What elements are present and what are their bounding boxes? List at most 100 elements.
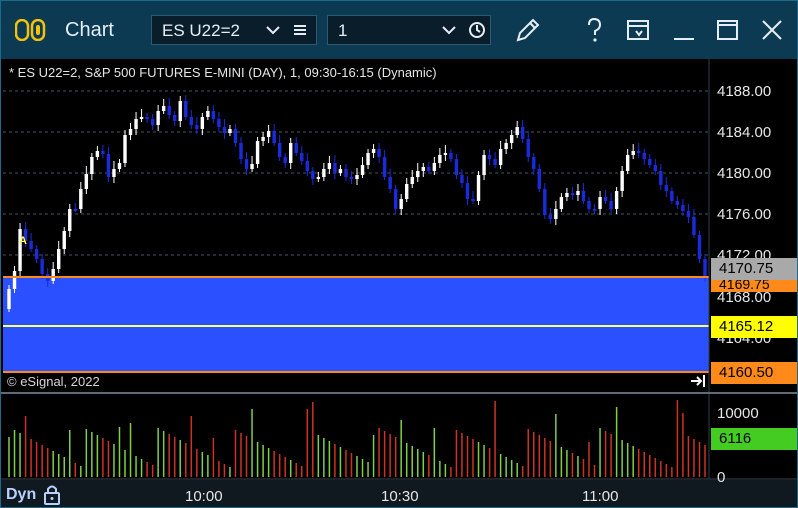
candle-body [344, 169, 348, 177]
candle-body [432, 163, 437, 171]
candle-body [211, 111, 216, 119]
candle-body [322, 169, 326, 177]
candle-body [515, 127, 519, 135]
candle-body [382, 157, 387, 177]
candle-body [167, 106, 171, 115]
candle-body [244, 159, 249, 169]
candle-body [195, 125, 199, 129]
chart-area[interactable]: * ES U22=2, S&P 500 FUTURES E-MINI (DAY)… [1, 59, 798, 508]
symbol-value: ES U22=2 [162, 21, 240, 40]
candle-body [161, 106, 166, 111]
candle-body [189, 117, 193, 125]
symbol-description: * ES U22=2, S&P 500 FUTURES E-MINI (DAY)… [9, 65, 437, 80]
candle-body [12, 271, 17, 289]
candle-body [377, 149, 381, 157]
candle-body [112, 169, 116, 177]
candle-body [294, 143, 298, 153]
print-icon[interactable] [623, 15, 653, 45]
interval-selector[interactable]: 1 [327, 15, 491, 45]
candle-body [449, 153, 453, 159]
candle-body [587, 201, 591, 209]
candle-body [200, 117, 205, 129]
candle-body [79, 189, 83, 209]
menu-icon[interactable] [292, 22, 308, 38]
candle-body [233, 129, 238, 143]
candle-body [128, 129, 133, 135]
volume-tick: 10000 [717, 405, 759, 422]
close-icon[interactable] [757, 15, 787, 45]
chart-canvas[interactable] [1, 59, 798, 508]
help-icon[interactable] [579, 15, 609, 45]
candle-body [266, 131, 271, 137]
candle-body [454, 159, 459, 175]
pencil-icon[interactable] [513, 15, 543, 45]
candle-body [156, 111, 160, 125]
orange-level-badge: 4160.50 [711, 362, 797, 384]
candle-body [592, 209, 597, 211]
candle-body [178, 101, 182, 121]
candle-body [642, 153, 646, 159]
app-title: Chart [65, 19, 114, 41]
candle-body [222, 127, 227, 133]
candle-body [123, 135, 127, 163]
candle-body [653, 165, 657, 171]
price-tick: 4176.00 [717, 206, 772, 223]
time-tick: 10:30 [381, 488, 419, 505]
candle-body [101, 151, 105, 154]
overlay-price-badge: 4169.75 [711, 280, 797, 292]
candle-body [29, 241, 33, 249]
candle-body [261, 137, 265, 141]
candle-body [51, 269, 55, 281]
maximize-icon[interactable] [713, 15, 743, 45]
candle-body [438, 155, 442, 163]
candle-body [421, 167, 425, 171]
candle-body [206, 111, 210, 117]
volume-tick: 0 [717, 469, 726, 486]
candle-body [300, 153, 304, 161]
candle-body [277, 143, 282, 157]
candle-body [283, 157, 287, 163]
yellow-level-badge: 4165.12 [711, 316, 797, 338]
copyright-label: © eSignal, 2022 [7, 374, 100, 389]
candle-body [68, 209, 72, 231]
candle-body [305, 161, 309, 171]
candle-body [62, 231, 66, 249]
candle-body [581, 191, 586, 201]
time-tick: 10:00 [185, 488, 223, 505]
chart-window: Chart ES U22=2 1 * ES U22=2, S&P 500 FUT… [0, 0, 798, 508]
candle-body [327, 163, 332, 169]
candle-body [625, 155, 630, 171]
clock-icon[interactable] [468, 21, 486, 39]
candle-body [554, 209, 558, 219]
candle-body [537, 169, 541, 189]
candle-body [250, 164, 254, 169]
candle-body [73, 209, 77, 211]
candle-body [399, 199, 403, 209]
candle-body [460, 175, 464, 183]
candle-body [603, 197, 608, 201]
candle-body [228, 129, 232, 133]
chevron-down-icon[interactable] [266, 24, 280, 36]
minimize-icon[interactable] [669, 15, 699, 45]
candle-body [609, 201, 613, 209]
candle-body [543, 189, 547, 215]
symbol-selector[interactable]: ES U22=2 [151, 15, 317, 45]
annotation-marker[interactable]: A [19, 235, 27, 247]
candle-body [631, 151, 635, 155]
dynamic-mode-label[interactable]: Dyn [6, 486, 36, 504]
candle-body [405, 184, 409, 199]
candle-body [664, 185, 669, 191]
candle-body [697, 235, 702, 259]
candle-body [681, 205, 685, 211]
candle-body [316, 177, 321, 179]
candle-body [686, 211, 691, 217]
candle-body [371, 149, 376, 153]
candle-body [570, 193, 575, 195]
candle-body [637, 151, 641, 153]
candle-body [173, 115, 177, 121]
interval-value: 1 [338, 21, 348, 40]
chevron-down-icon[interactable] [442, 24, 456, 36]
candle-body [576, 191, 580, 195]
candle-body [482, 155, 486, 175]
scroll-to-end-icon[interactable] [691, 375, 705, 387]
